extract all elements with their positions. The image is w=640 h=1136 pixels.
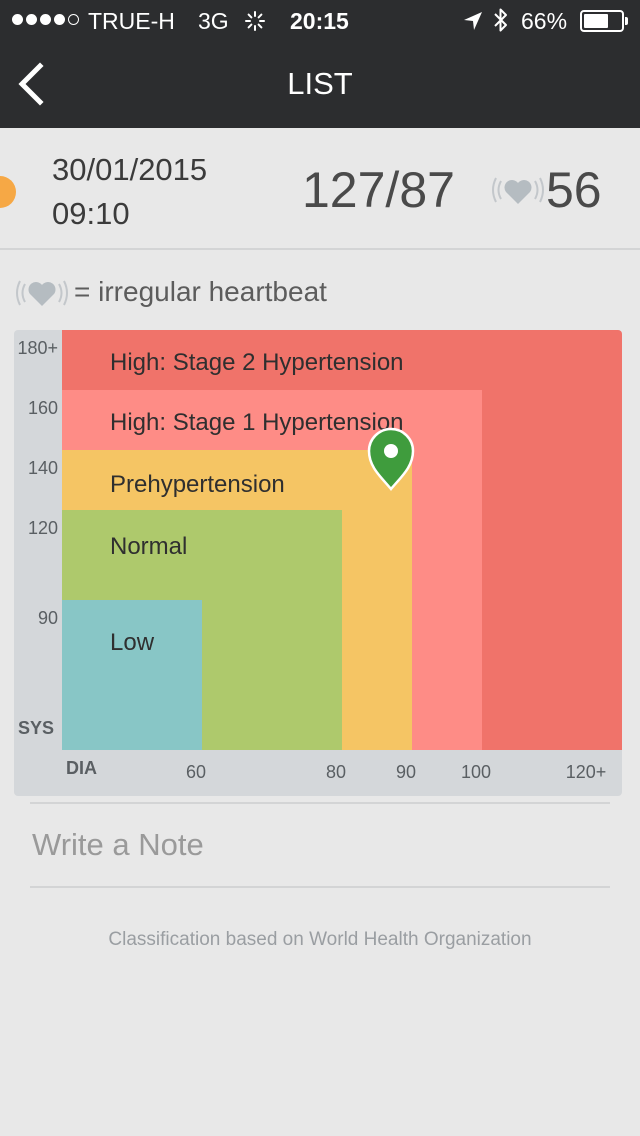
y-tick-label: 120 bbox=[28, 518, 58, 538]
signal-dot bbox=[12, 14, 23, 25]
write-note-input[interactable] bbox=[30, 804, 610, 886]
heart-waves-icon bbox=[492, 177, 544, 204]
category-indicator-dot bbox=[0, 176, 16, 208]
x-tick-label: 60 bbox=[186, 762, 206, 782]
battery-icon bbox=[580, 10, 628, 32]
zone-label: Prehypertension bbox=[110, 471, 285, 498]
note-section bbox=[30, 802, 610, 888]
page-title: LIST bbox=[287, 66, 353, 101]
zone-label: High: Stage 1 Hypertension bbox=[110, 409, 404, 436]
blood-pressure-value: 127/87 bbox=[302, 162, 455, 218]
signal-dots-icon bbox=[12, 12, 82, 30]
signal-dot bbox=[40, 14, 51, 25]
clock-label: 20:15 bbox=[290, 8, 349, 34]
x-axis-title: DIA bbox=[66, 758, 97, 778]
zone-label: Normal bbox=[110, 533, 187, 560]
activity-spinner-icon bbox=[245, 11, 265, 31]
bluetooth-icon bbox=[494, 8, 507, 32]
top-bar: TRUE-H 3G 20:15 66% LIST bbox=[0, 0, 640, 128]
carrier-label: TRUE-H bbox=[88, 8, 175, 34]
y-tick-label: 180+ bbox=[17, 338, 58, 358]
signal-dot bbox=[68, 14, 79, 25]
signal-dot bbox=[26, 14, 37, 25]
y-tick-label: 160 bbox=[28, 398, 58, 418]
classification-footnote: Classification based on World Health Org… bbox=[108, 929, 532, 950]
battery-percent-label: 66% bbox=[521, 8, 568, 34]
zone-label: High: Stage 2 Hypertension bbox=[110, 349, 404, 376]
chart-canvas: High: Stage 2 Hypertension High: Stage 1 … bbox=[17, 330, 622, 782]
x-tick-label: 90 bbox=[396, 762, 416, 782]
blood-pressure-chart: High: Stage 2 Hypertension High: Stage 1 … bbox=[14, 330, 622, 796]
reading-summary: 30/01/2015 09:10 127/87 56 bbox=[0, 128, 640, 250]
x-tick-label: 100 bbox=[461, 762, 491, 782]
heart-waves-icon bbox=[16, 280, 68, 306]
signal-dot bbox=[54, 14, 65, 25]
reading-time: 09:10 bbox=[52, 196, 130, 231]
x-tick-label: 120+ bbox=[566, 762, 607, 782]
y-axis-title: SYS bbox=[18, 718, 54, 738]
legend-text: = irregular heartbeat bbox=[74, 276, 327, 307]
location-arrow-icon bbox=[464, 12, 482, 30]
heart-rate-value: 56 bbox=[546, 162, 602, 218]
status-bar: TRUE-H 3G 20:15 66% bbox=[0, 0, 640, 42]
network-label: 3G bbox=[198, 8, 229, 34]
reading-date: 30/01/2015 bbox=[52, 152, 208, 187]
zone-label: Low bbox=[110, 629, 155, 656]
y-tick-label: 90 bbox=[38, 608, 58, 628]
zone-low bbox=[62, 600, 202, 750]
x-tick-label: 80 bbox=[326, 762, 346, 782]
y-tick-label: 140 bbox=[28, 458, 58, 478]
irregular-heartbeat-legend: = irregular heartbeat bbox=[14, 272, 614, 312]
